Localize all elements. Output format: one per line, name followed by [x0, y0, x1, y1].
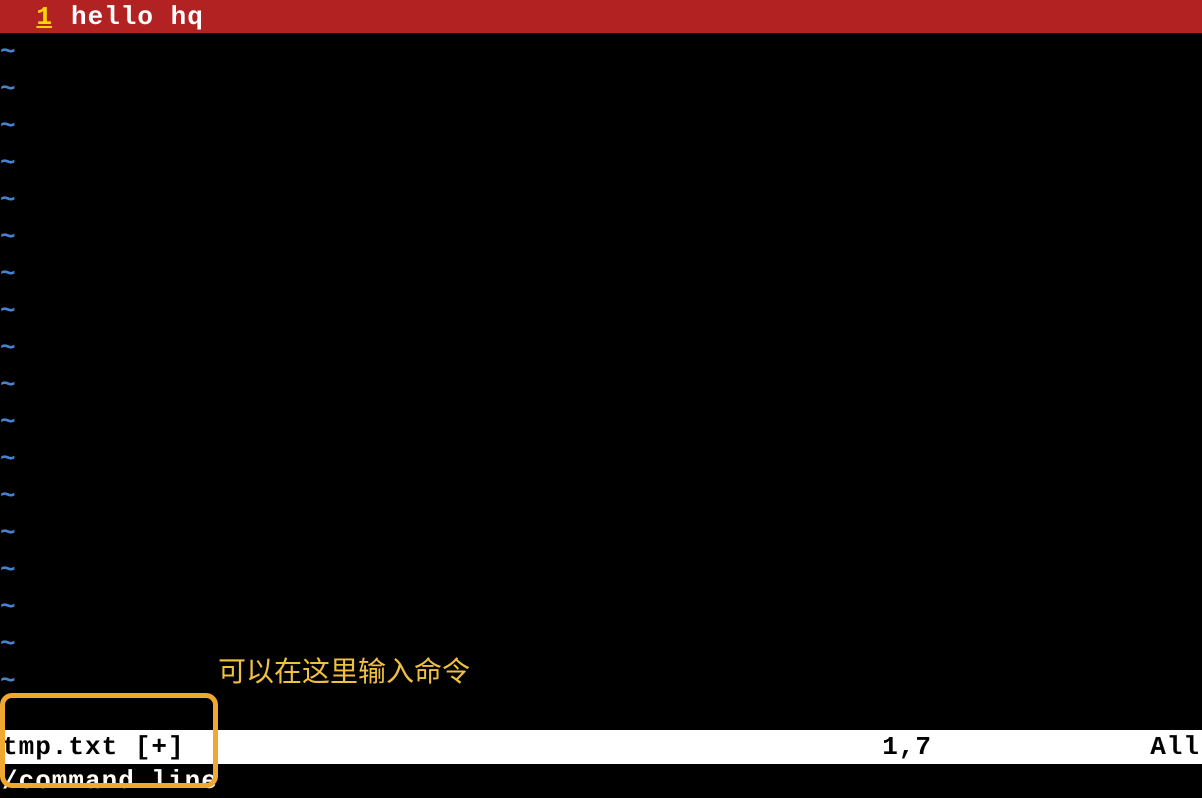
empty-line-tilde: ~ — [0, 144, 1202, 181]
empty-line-tilde: ~ — [0, 440, 1202, 477]
empty-line-tilde: ~ — [0, 70, 1202, 107]
empty-line-tilde: ~ — [0, 551, 1202, 588]
annotation-text: 可以在这里输入命令 — [218, 650, 470, 690]
empty-line-tilde: ~ — [0, 625, 1202, 662]
empty-line-tilde: ~ — [0, 33, 1202, 70]
line-number: 1 — [0, 2, 54, 32]
empty-line-tilde: ~ — [0, 218, 1202, 255]
empty-line-tilde: ~ — [0, 366, 1202, 403]
empty-line-tilde: ~ — [0, 292, 1202, 329]
empty-line-tilde: ~ — [0, 403, 1202, 440]
command-line-input[interactable]: /command line — [0, 764, 1202, 798]
empty-line-tilde: ~ — [0, 329, 1202, 366]
empty-line-tilde: ~ — [0, 107, 1202, 144]
empty-line-tilde: ~ — [0, 477, 1202, 514]
editor-current-line[interactable]: 1 hello hq — [0, 0, 1202, 33]
status-scroll-percent: All — [1150, 732, 1200, 762]
status-filename: tmp.txt [+] — [0, 732, 185, 762]
status-cursor-position: 1,7 — [882, 732, 932, 762]
empty-line-tilde: ~ — [0, 662, 1202, 699]
status-bar: tmp.txt [+] 1,7 All — [0, 730, 1202, 764]
command-line-text: /command line — [2, 766, 218, 796]
empty-line-tilde: ~ — [0, 255, 1202, 292]
empty-line-tilde: ~ — [0, 514, 1202, 551]
line-content: hello hq — [71, 2, 204, 32]
empty-line-tilde: ~ — [0, 588, 1202, 625]
empty-lines-container: ~~~~~~~~~~~~~~~~~~ — [0, 33, 1202, 699]
empty-line-tilde: ~ — [0, 181, 1202, 218]
